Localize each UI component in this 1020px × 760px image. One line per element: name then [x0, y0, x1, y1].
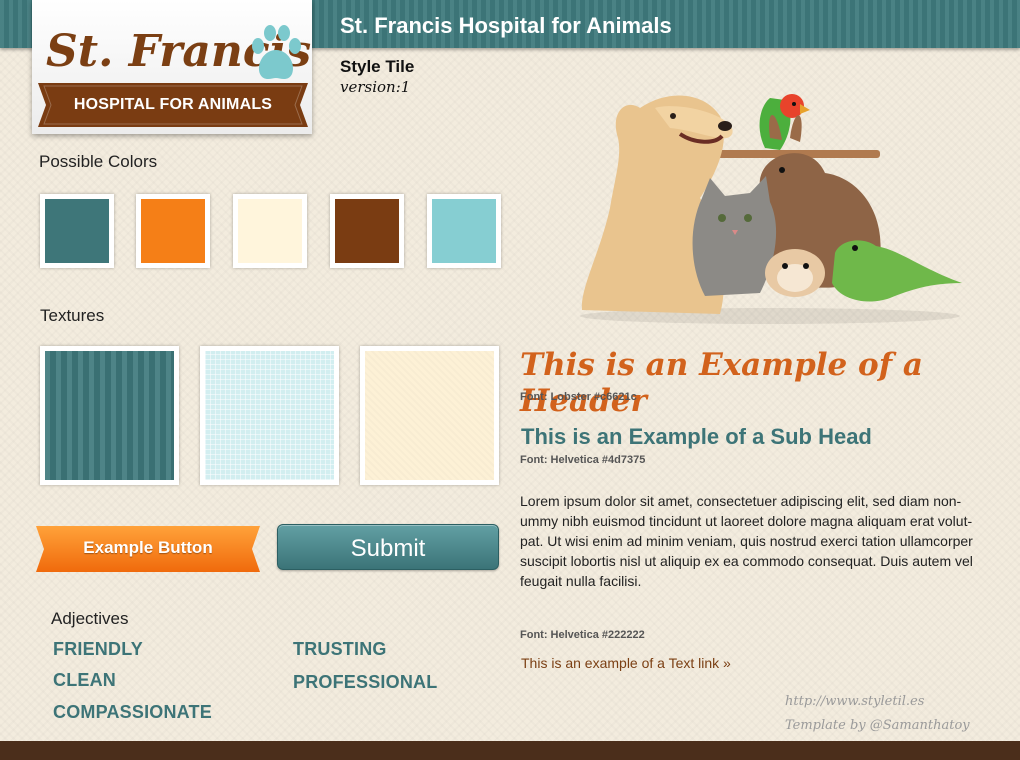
body-font-note: Font: Helvetica #222222 [520, 629, 645, 641]
color-swatch [40, 194, 114, 268]
body-text-example: Lorem ipsum dolor sit amet, consectetuer… [520, 493, 973, 589]
texture-swatch-cream [360, 346, 499, 485]
paw-icon [252, 25, 301, 79]
adjectives-label: Adjectives [51, 609, 129, 628]
adjective-item: CLEAN [53, 670, 116, 690]
color-swatch [233, 194, 307, 268]
site-title: St. Francis Hospital for Animals [340, 13, 672, 38]
textures-label: Textures [40, 306, 105, 325]
submit-button[interactable]: Submit [277, 524, 499, 570]
credit-author: Template by @Samanthatoy [785, 718, 970, 733]
header-font-note: Font: Lobster #c6621c [520, 391, 637, 403]
texture-swatch-teal [40, 346, 179, 485]
example-button-label: Example Button [83, 538, 213, 557]
logo-tagline: HOSPITAL FOR ANIMALS [73, 96, 273, 113]
subhead-example: This is an Example of a Sub Head [521, 424, 872, 449]
adjective-item: PROFESSIONAL [293, 672, 438, 692]
header-example: This is an Example of a Header [520, 347, 923, 419]
color-swatch [330, 194, 404, 268]
texture-swatch-blue [200, 346, 339, 485]
credit-url[interactable]: http://www.styletil.es [785, 694, 924, 709]
color-swatch [136, 194, 210, 268]
animals-illustration [580, 94, 962, 324]
version-label: version:1 [340, 78, 411, 96]
color-swatch [427, 194, 501, 268]
adjective-item: COMPASSIONATE [53, 702, 212, 722]
text-link-example[interactable]: This is an example of a Text link » [521, 655, 731, 671]
adjective-item: TRUSTING [293, 639, 387, 659]
style-tile-title: Style Tile [340, 57, 415, 76]
subhead-font-note: Font: Helvetica #4d7375 [520, 454, 646, 466]
possible-colors-label: Possible Colors [39, 152, 158, 171]
footer-bar [0, 741, 1020, 760]
adjective-item: FRIENDLY [53, 639, 143, 659]
example-button[interactable]: Example Button [36, 524, 260, 574]
